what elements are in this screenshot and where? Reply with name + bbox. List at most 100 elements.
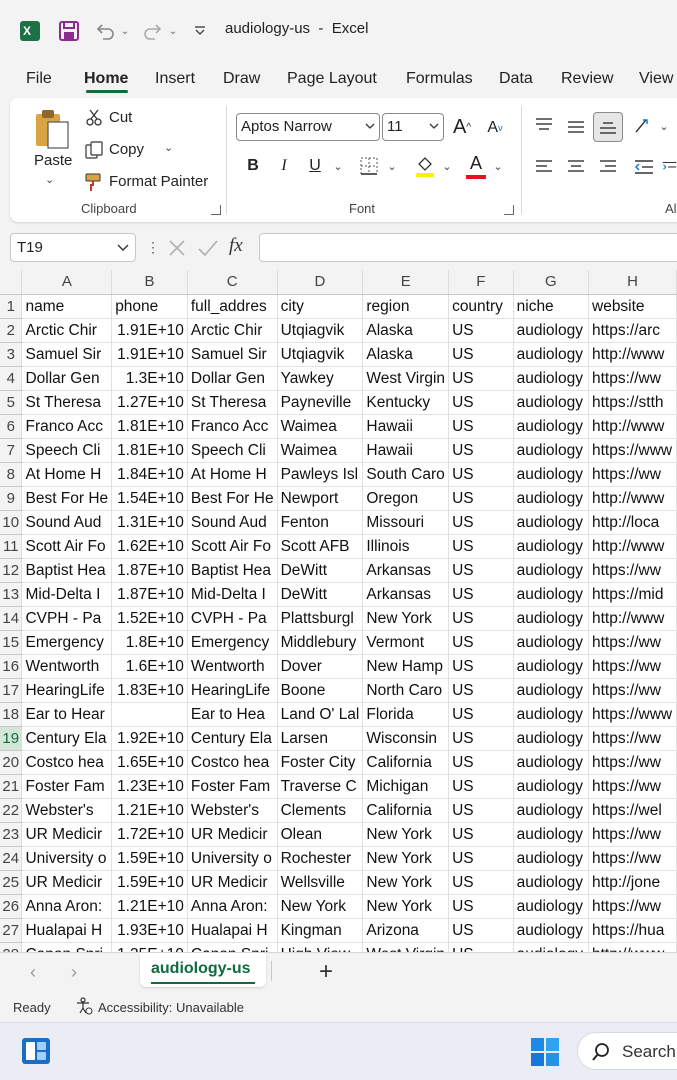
- cell[interactable]: Baptist Hea: [187, 558, 278, 583]
- cell[interactable]: 1.91E+10: [111, 342, 188, 367]
- cell[interactable]: http://www: [588, 342, 677, 367]
- cell[interactable]: Arkansas: [362, 558, 450, 583]
- tab-view[interactable]: View: [639, 70, 673, 88]
- cell[interactable]: https://www: [588, 702, 677, 727]
- save-icon[interactable]: [57, 19, 81, 43]
- italic-button[interactable]: I: [274, 154, 294, 178]
- decrease-indent-icon[interactable]: [633, 156, 655, 178]
- cell[interactable]: Hualapai H: [187, 918, 278, 943]
- cell[interactable]: 1.21E+10: [111, 894, 188, 919]
- tab-home[interactable]: Home: [84, 70, 128, 88]
- cell[interactable]: 1.62E+10: [111, 534, 188, 559]
- cell[interactable]: http://www: [588, 606, 677, 631]
- cell[interactable]: audiology: [513, 606, 590, 631]
- cell[interactable]: audiology: [513, 822, 590, 847]
- cell[interactable]: US: [448, 510, 514, 535]
- cell[interactable]: audiology: [513, 558, 590, 583]
- cell[interactable]: audiology: [513, 390, 590, 415]
- cell[interactable]: Mid-Delta I: [187, 582, 278, 607]
- new-sheet-plus-icon[interactable]: +: [319, 958, 333, 986]
- cell[interactable]: Kingman: [277, 918, 364, 943]
- align-left-icon[interactable]: [533, 156, 555, 178]
- cell[interactable]: Wentworth: [21, 654, 113, 679]
- cell[interactable]: HearingLife: [21, 678, 113, 703]
- cell[interactable]: US: [448, 822, 514, 847]
- cell[interactable]: Yawkey: [277, 366, 364, 391]
- cell[interactable]: Land O' Lal: [277, 702, 364, 727]
- cell[interactable]: DeWitt: [277, 558, 364, 583]
- cell[interactable]: audiology: [513, 534, 590, 559]
- cell[interactable]: Anna Aron:: [21, 894, 113, 919]
- cell[interactable]: Scott AFB: [277, 534, 364, 559]
- cell[interactable]: Emergency: [21, 630, 113, 655]
- cell[interactable]: Waimea: [277, 414, 364, 439]
- cell[interactable]: US: [448, 654, 514, 679]
- cell[interactable]: Pawleys Isl: [277, 462, 364, 487]
- cell[interactable]: Samuel Sir: [21, 342, 113, 367]
- cell[interactable]: Century Ela: [21, 726, 113, 751]
- underline-dropdown-icon[interactable]: ⌄: [331, 156, 345, 176]
- redo-dropdown-icon[interactable]: ⌄: [167, 19, 179, 43]
- cell[interactable]: New York: [362, 870, 450, 895]
- cell[interactable]: US: [448, 390, 514, 415]
- cell[interactable]: Dollar Gen: [187, 366, 278, 391]
- cell[interactable]: Best For He: [187, 486, 278, 511]
- column-header[interactable]: D: [277, 270, 364, 295]
- cell[interactable]: Baptist Hea: [21, 558, 113, 583]
- cell[interactable]: Dollar Gen: [21, 366, 113, 391]
- cell[interactable]: US: [448, 486, 514, 511]
- cell[interactable]: US: [448, 726, 514, 751]
- font-size-combo[interactable]: 11: [382, 113, 444, 141]
- row-header[interactable]: 8: [0, 462, 23, 487]
- tab-file[interactable]: File: [26, 70, 52, 88]
- cell[interactable]: https://www: [588, 438, 677, 463]
- name-box[interactable]: T19: [10, 233, 136, 262]
- cell[interactable]: US: [448, 558, 514, 583]
- cell[interactable]: University o: [21, 846, 113, 871]
- cell[interactable]: country: [448, 294, 514, 319]
- row-header[interactable]: 24: [0, 846, 23, 871]
- taskbar-search-box[interactable]: Search: [577, 1032, 677, 1070]
- cell[interactable]: Speech Cli: [21, 438, 113, 463]
- cell[interactable]: US: [448, 870, 514, 895]
- row-header[interactable]: 2: [0, 318, 23, 343]
- tab-draw[interactable]: Draw: [223, 70, 260, 88]
- cell[interactable]: US: [448, 582, 514, 607]
- cell[interactable]: West Virgin: [362, 366, 450, 391]
- cell[interactable]: University o: [187, 846, 278, 871]
- cell[interactable]: audiology: [513, 342, 590, 367]
- cell[interactable]: California: [362, 798, 450, 823]
- cell[interactable]: phone: [111, 294, 188, 319]
- cell[interactable]: Foster Fam: [21, 774, 113, 799]
- worksheet-grid[interactable]: A B C D E F G H 1 name phone full_addres cit…: [0, 270, 677, 956]
- cell[interactable]: audiology: [513, 894, 590, 919]
- cell[interactable]: At Home H: [21, 462, 113, 487]
- cell[interactable]: Best For He: [21, 486, 113, 511]
- cell[interactable]: 1.54E+10: [111, 486, 188, 511]
- cell[interactable]: St Theresa: [21, 390, 113, 415]
- cell[interactable]: 1.31E+10: [111, 510, 188, 535]
- cell[interactable]: At Home H: [187, 462, 278, 487]
- widgets-icon[interactable]: [21, 1037, 51, 1065]
- orientation-icon[interactable]: [632, 114, 656, 138]
- cell[interactable]: Wisconsin: [362, 726, 450, 751]
- cell[interactable]: https://ww: [588, 462, 677, 487]
- cell[interactable]: New York: [362, 606, 450, 631]
- fill-color-dropdown-icon[interactable]: ⌄: [440, 156, 454, 176]
- cell[interactable]: https://wel: [588, 798, 677, 823]
- cell[interactable]: Middlebury: [277, 630, 364, 655]
- cell[interactable]: http://www: [588, 534, 677, 559]
- increase-font-size-icon[interactable]: A ^: [450, 114, 474, 140]
- cell[interactable]: https://ww: [588, 750, 677, 775]
- font-color-dropdown-icon[interactable]: ⌄: [491, 156, 505, 176]
- cell[interactable]: https://mid: [588, 582, 677, 607]
- cell[interactable]: 1.81E+10: [111, 414, 188, 439]
- column-header[interactable]: B: [111, 270, 188, 295]
- cell[interactable]: St Theresa: [187, 390, 278, 415]
- cell[interactable]: 1.27E+10: [111, 390, 188, 415]
- cell[interactable]: US: [448, 894, 514, 919]
- cell[interactable]: 1.84E+10: [111, 462, 188, 487]
- enter-formula-icon[interactable]: [197, 238, 219, 263]
- row-header[interactable]: 19: [0, 726, 23, 751]
- cell[interactable]: Arctic Chir: [21, 318, 113, 343]
